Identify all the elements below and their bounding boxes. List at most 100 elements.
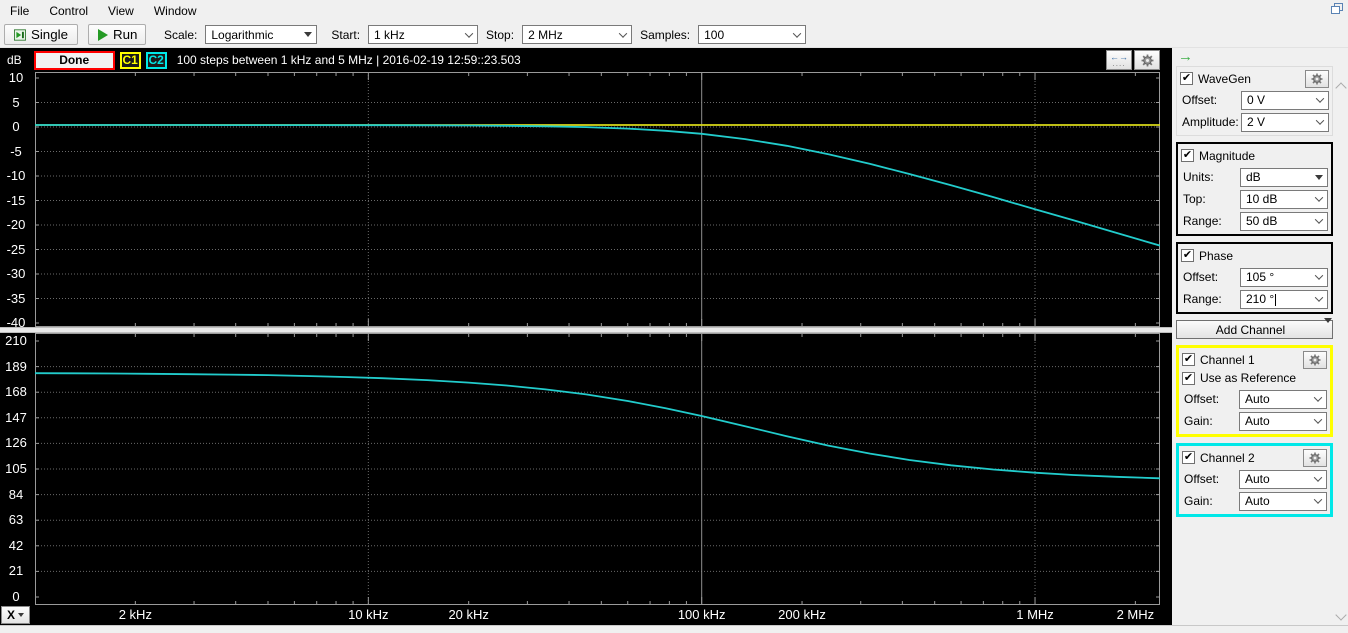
- plot-settings-button[interactable]: [1134, 50, 1160, 70]
- magnitude-checkbox[interactable]: ✔: [1181, 149, 1194, 162]
- channel2-offset-combobox[interactable]: Auto: [1239, 469, 1327, 489]
- channel1-settings-button[interactable]: [1303, 350, 1327, 369]
- channel2-group: ✔ Channel 2 Offset: Auto Gain: Auto: [1176, 443, 1333, 517]
- add-channel-button[interactable]: Add Channel: [1176, 317, 1333, 339]
- chevron-down-icon: [1312, 114, 1328, 131]
- channel1-group: ✔ Channel 1 ✔ Use as Reference Offset: A…: [1176, 345, 1333, 437]
- network-analyzer-window: File Control View Window Single Run Scal…: [0, 0, 1348, 633]
- channel1-gain-combobox[interactable]: Auto: [1239, 411, 1327, 431]
- magnitude-title: Magnitude: [1199, 148, 1256, 163]
- wavegen-amplitude-combobox[interactable]: 2 V: [1241, 112, 1329, 132]
- chevron-down-icon: [461, 26, 477, 43]
- panel-collapse-arrow-icon[interactable]: →: [1178, 49, 1348, 64]
- channel2-settings-button[interactable]: [1303, 448, 1327, 467]
- menu-control[interactable]: Control: [39, 2, 98, 20]
- y-tick-label: 10: [8, 70, 24, 85]
- trace-c2: [35, 124, 1161, 247]
- channel2-badge[interactable]: C2: [145, 51, 167, 69]
- magnitude-top-value: 10 dB: [1246, 192, 1278, 206]
- scale-label: Scale:: [164, 27, 198, 42]
- phase-checkbox[interactable]: ✔: [1181, 249, 1194, 262]
- wavegen-checkbox[interactable]: ✔: [1180, 72, 1193, 85]
- scale-select[interactable]: Logarithmic: [205, 25, 318, 44]
- x-tick-label: 200 kHz: [778, 607, 826, 622]
- stop-combobox[interactable]: 2 MHz: [522, 25, 633, 44]
- toolbar: Single Run Scale: Logarithmic Start: 1 k…: [0, 22, 1348, 48]
- channel2-gain-value: Auto: [1245, 494, 1270, 508]
- chevron-down-icon: [1310, 493, 1326, 510]
- chevron-down-icon: [1310, 471, 1326, 488]
- magnitude-range-combobox[interactable]: 50 dB: [1240, 211, 1328, 231]
- phase-offset-combobox[interactable]: 105 °: [1240, 267, 1328, 287]
- menu-bar: File Control View Window: [0, 0, 1348, 22]
- scroll-down-icon[interactable]: [1335, 609, 1347, 621]
- chevron-down-icon: [1310, 413, 1326, 430]
- channel1-title: Channel 1: [1200, 352, 1255, 367]
- y-tick-label: 0: [12, 589, 20, 604]
- menu-view[interactable]: View: [98, 2, 144, 20]
- magnitude-units-select[interactable]: dB: [1240, 167, 1328, 187]
- magnitude-plot[interactable]: [34, 72, 1161, 327]
- single-button[interactable]: Single: [4, 24, 78, 45]
- gear-icon: [1311, 73, 1323, 84]
- phase-range-combobox[interactable]: 210 °: [1240, 289, 1328, 309]
- start-value: 1 kHz: [374, 27, 405, 42]
- start-combobox[interactable]: 1 kHz: [368, 25, 479, 44]
- y-tick-label: 189: [5, 358, 27, 374]
- chevron-down-icon: [1311, 191, 1327, 208]
- done-status-button[interactable]: Done: [33, 50, 115, 70]
- samples-combobox[interactable]: 100: [698, 25, 807, 44]
- wavegen-offset-combobox[interactable]: 0 V: [1241, 90, 1329, 110]
- plot-area: dB Done C1 C2 100 steps between 1 kHz an…: [0, 48, 1172, 625]
- chevron-down-icon: [18, 613, 24, 617]
- single-button-label: Single: [30, 27, 68, 42]
- text-cursor: [1275, 293, 1277, 306]
- menu-window[interactable]: Window: [144, 2, 207, 20]
- scale-value: Logarithmic: [211, 27, 274, 42]
- menu-file[interactable]: File: [0, 2, 39, 20]
- channel1-offset-value: Auto: [1245, 392, 1270, 406]
- y-axis-unit-label: dB: [7, 53, 22, 67]
- phase-offset-value: 105 °: [1246, 270, 1275, 284]
- wavegen-settings-button[interactable]: [1305, 69, 1329, 88]
- window-restore-icon[interactable]: [1331, 3, 1344, 15]
- wavegen-offset-label: Offset:: [1182, 93, 1218, 107]
- phase-offset-label: Offset:: [1183, 270, 1219, 284]
- channel1-offset-combobox[interactable]: Auto: [1239, 389, 1327, 409]
- phase-title: Phase: [1199, 248, 1234, 263]
- panel-scrollbar[interactable]: [1335, 70, 1348, 633]
- chevron-down-icon: [1310, 391, 1326, 408]
- cursors-button[interactable]: ←→ ....: [1106, 50, 1132, 70]
- channel2-title: Channel 2: [1200, 450, 1255, 465]
- channel1-checkbox[interactable]: ✔: [1182, 353, 1195, 366]
- y-tick-label: -20: [6, 217, 26, 232]
- run-button[interactable]: Run: [88, 24, 146, 45]
- magnitude-range-value: 50 dB: [1246, 214, 1278, 228]
- magnitude-group: ✔ Magnitude Units: dB Top: 10 dB Range:: [1176, 142, 1333, 236]
- magnitude-top-combobox[interactable]: 10 dB: [1240, 189, 1328, 209]
- magnitude-units-value: dB: [1246, 170, 1261, 184]
- y-tick-label: 21: [8, 563, 24, 579]
- phase-plot[interactable]: [34, 333, 1161, 605]
- y-tick-label: 168: [5, 384, 27, 400]
- chevron-down-icon: [300, 26, 316, 43]
- channel2-gain-combobox[interactable]: Auto: [1239, 491, 1327, 511]
- y-tick-label: 42: [8, 537, 24, 553]
- cursors-dots-icon: ....: [1112, 59, 1126, 68]
- y-tick-label: -25: [6, 241, 26, 257]
- channel1-gain-value: Auto: [1245, 414, 1270, 428]
- wavegen-amplitude-value: 2 V: [1247, 115, 1266, 129]
- x-axis-button[interactable]: X: [1, 606, 30, 624]
- channel1-badge[interactable]: C1: [119, 51, 141, 69]
- phase-group: ✔ Phase Offset: 105 ° Range: 210 °: [1176, 242, 1333, 314]
- stop-label: Stop:: [486, 27, 515, 42]
- x-tick-label: 10 kHz: [348, 607, 389, 622]
- y-tick-label: -10: [6, 168, 26, 183]
- channel2-checkbox[interactable]: ✔: [1182, 451, 1195, 464]
- channel2-offset-value: Auto: [1245, 472, 1270, 486]
- use-as-reference-checkbox[interactable]: ✔: [1182, 371, 1195, 385]
- scroll-up-icon[interactable]: [1335, 82, 1347, 94]
- wavegen-amplitude-label: Amplitude:: [1182, 115, 1239, 129]
- x-axis: X 2 kHz 10 kHz 20 kHz 100 kHz 200 kHz 1 MHz 2 …: [0, 605, 1172, 625]
- y-tick-label: 0: [12, 119, 20, 134]
